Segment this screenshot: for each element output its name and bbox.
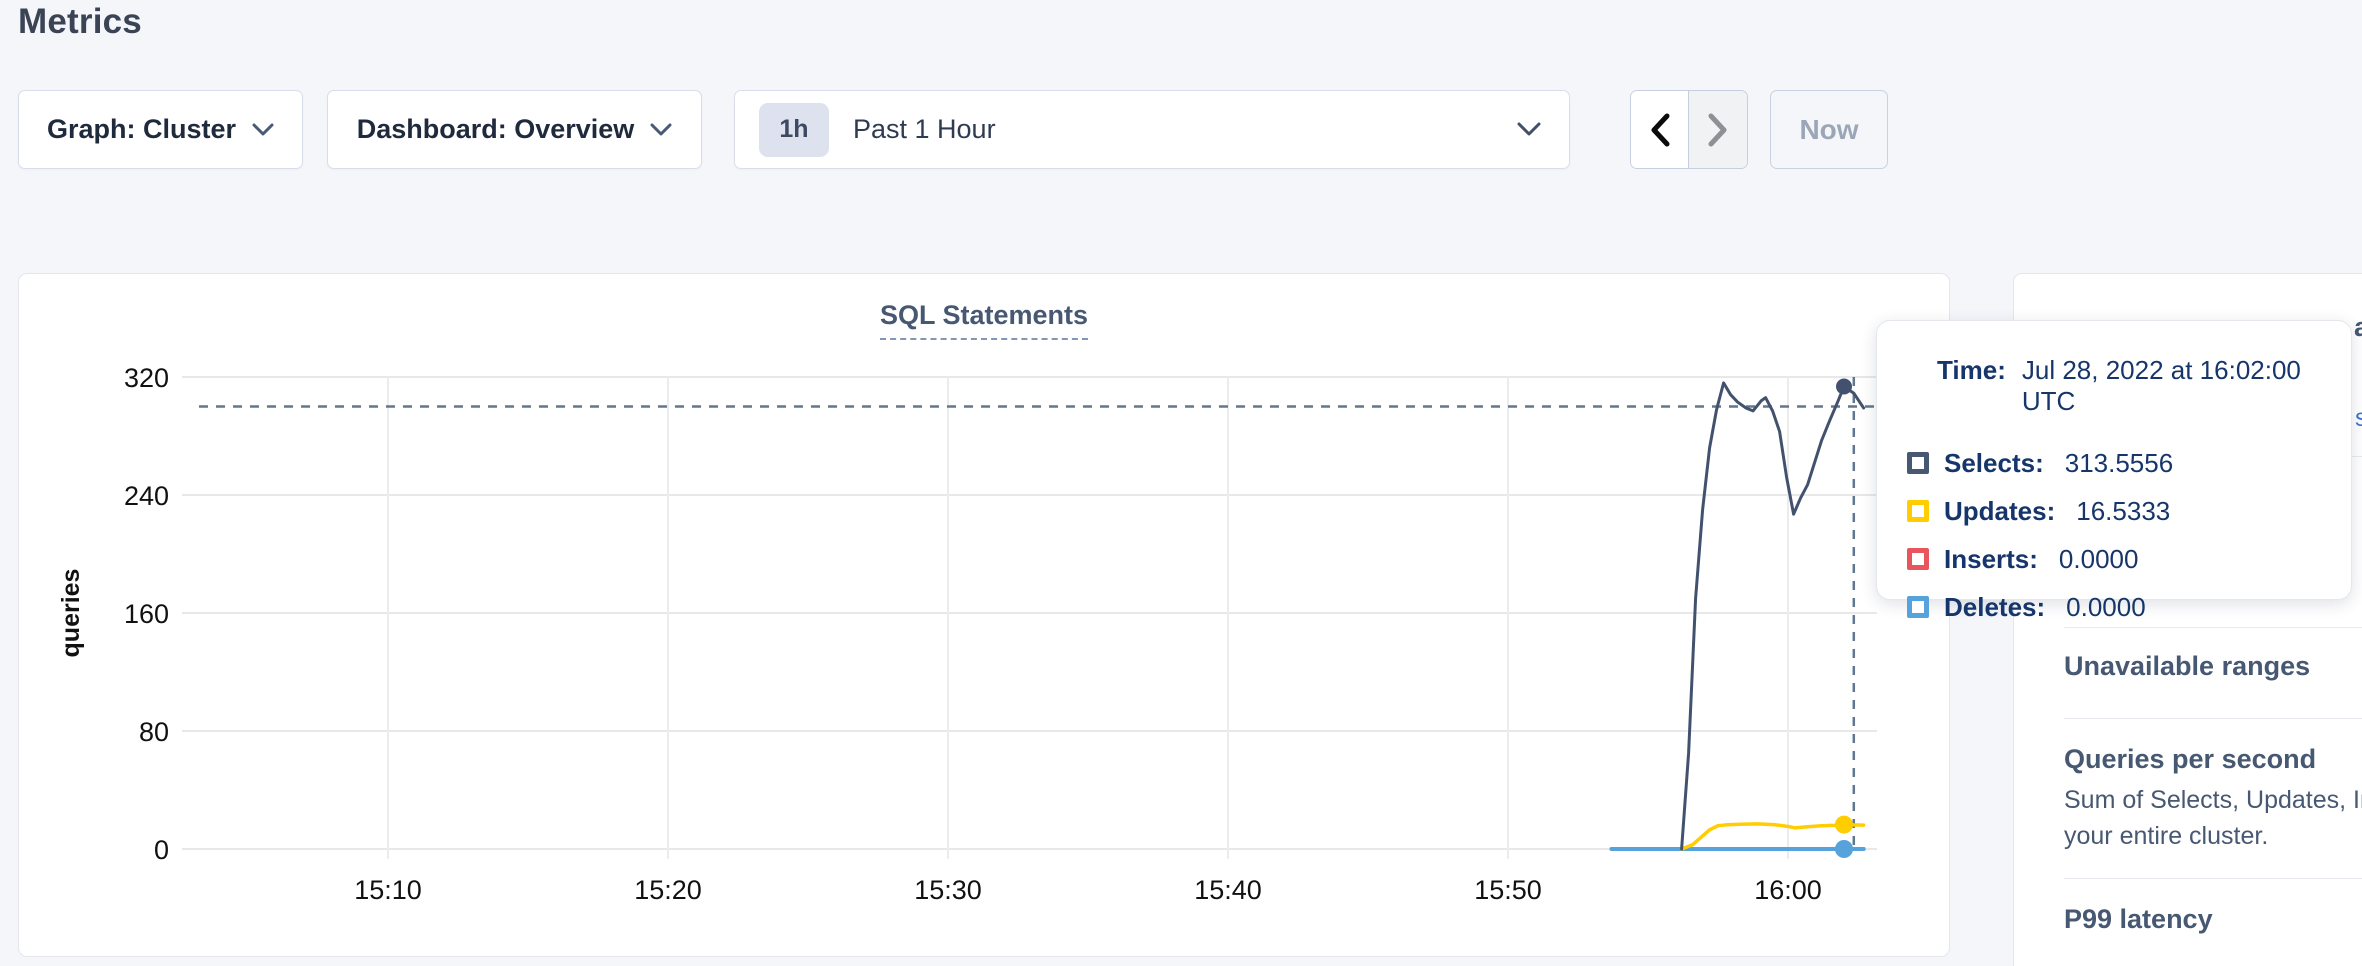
chevron-down-icon: [252, 123, 274, 137]
sidebar-heading-queries-per-second: Queries per second: [2064, 744, 2316, 775]
sidebar-divider: [2064, 878, 2362, 879]
next-time-button[interactable]: [1689, 91, 1747, 168]
chevron-down-icon: [1517, 122, 1541, 137]
x-axis-tick-label: 15:20: [634, 875, 702, 905]
tooltip-time-value: Jul 28, 2022 at 16:02:00 UTC: [2022, 355, 2351, 417]
y-axis-label: queries: [57, 569, 85, 658]
sidebar-description-line: Sum of Selects, Updates, Inser: [2064, 786, 2362, 815]
dashboard-dropdown-label: Dashboard: Overview: [357, 114, 635, 145]
tooltip-row-value: 16.5333: [2076, 496, 2170, 527]
time-step-button-group: [1630, 90, 1748, 169]
series-line-selects: [1682, 383, 1864, 849]
selects-series-swatch: [1907, 452, 1929, 474]
chart-hover-tooltip: Time: Jul 28, 2022 at 16:02:00 UTC Selec…: [1876, 320, 2352, 600]
y-axis-tick-label: 160: [124, 599, 169, 629]
previous-time-button[interactable]: [1631, 91, 1689, 168]
tooltip-row-updates: Updates: 16.5333: [1907, 487, 2351, 535]
time-range-badge: 1h: [759, 103, 829, 157]
tooltip-row-value: 0.0000: [2066, 592, 2146, 623]
sidebar-clipped-link-fragment[interactable]: s: [2355, 404, 2362, 433]
y-axis-tick-label: 80: [139, 717, 169, 747]
graph-dropdown-button[interactable]: Graph: Cluster: [18, 90, 303, 169]
hover-marker-updates: [1835, 816, 1853, 834]
y-axis-tick-label: 0: [154, 835, 169, 865]
inserts-series-swatch: [1907, 548, 1929, 570]
dashboard-dropdown-button[interactable]: Dashboard: Overview: [327, 90, 702, 169]
chevron-right-icon: [1707, 113, 1729, 147]
tooltip-row-value: 313.5556: [2065, 448, 2173, 479]
tooltip-row-deletes: Deletes: 0.0000: [1907, 583, 2351, 631]
y-axis-tick-label: 240: [124, 481, 169, 511]
x-axis-tick-label: 15:30: [914, 875, 982, 905]
tooltip-row-inserts: Inserts: 0.0000: [1907, 535, 2351, 583]
tooltip-time-label: Time:: [1937, 355, 2006, 417]
sidebar-heading-p99-latency: P99 latency: [2064, 904, 2213, 935]
tooltip-row-label: Inserts:: [1944, 544, 2038, 575]
y-axis-tick-label: 320: [124, 363, 169, 393]
tooltip-row-value: 0.0000: [2059, 544, 2139, 575]
sidebar-clipped-heading-fragment: a: [2354, 312, 2362, 343]
tooltip-row-selects: Selects: 313.5556: [1907, 439, 2351, 487]
updates-series-swatch: [1907, 500, 1929, 522]
hover-marker-deletes: [1835, 840, 1853, 858]
sql-statements-chart-card: SQL Statements 08016024032015:1015:2015:…: [18, 273, 1950, 957]
time-range-label: Past 1 Hour: [853, 114, 1517, 145]
x-axis-tick-label: 15:50: [1474, 875, 1542, 905]
chevron-left-icon: [1649, 113, 1671, 147]
now-button-label: Now: [1799, 114, 1858, 146]
tooltip-row-label: Updates:: [1944, 496, 2055, 527]
time-range-selector[interactable]: 1h Past 1 Hour: [734, 90, 1570, 169]
now-button[interactable]: Now: [1770, 90, 1888, 169]
sidebar-divider: [2064, 718, 2362, 719]
x-axis-tick-label: 16:00: [1754, 875, 1822, 905]
tooltip-row-label: Deletes:: [1944, 592, 2045, 623]
sidebar-heading-unavailable-ranges: Unavailable ranges: [2064, 651, 2310, 682]
x-axis-tick-label: 15:40: [1194, 875, 1262, 905]
deletes-series-swatch: [1907, 596, 1929, 618]
hover-marker-selects: [1836, 379, 1852, 395]
sql-statements-line-chart[interactable]: 0 80 160 240 320 15:10 15:20 15:30 15:40 15:50 16:…: [19, 274, 1951, 958]
tooltip-row-label: Selects:: [1944, 448, 2044, 479]
x-axis-tick-label: 15:10: [354, 875, 422, 905]
graph-dropdown-label: Graph: Cluster: [47, 114, 236, 145]
chevron-down-icon: [650, 123, 672, 137]
page-title: Metrics: [18, 2, 142, 42]
tooltip-time-row: Time: Jul 28, 2022 at 16:02:00 UTC: [1907, 355, 2351, 417]
sidebar-description-line: your entire cluster.: [2064, 822, 2268, 851]
metrics-page: { "page": { "title": "Metrics", "backgro…: [0, 0, 2362, 966]
